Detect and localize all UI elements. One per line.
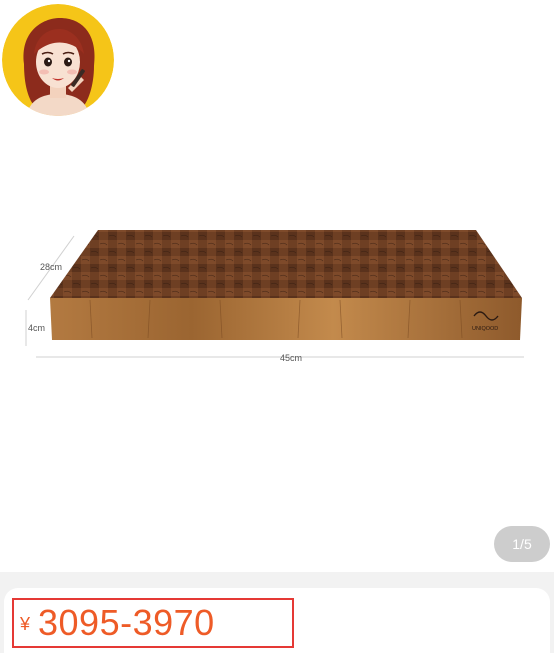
price-range: 3095-3970: [38, 602, 215, 643]
depth-label: 28cm: [40, 262, 62, 272]
board-logo-text: UNIQOOD: [472, 326, 498, 332]
price-highlight-box: ¥ 3095-3970: [12, 598, 294, 648]
avatar-illustration: [2, 4, 114, 116]
user-avatar[interactable]: [2, 4, 114, 116]
image-pager-indicator: 1/5: [494, 526, 550, 562]
product-image[interactable]: 28cm 4cm 45cm UNIQOOD: [0, 200, 554, 400]
product-image-gallery[interactable]: 28cm 4cm 45cm UNIQOOD 1/5: [0, 0, 554, 572]
cutting-board-image: 28cm 4cm 45cm UNIQOOD: [25, 230, 524, 363]
price-card: ¥ 3095-3970: [4, 588, 550, 653]
width-label: 45cm: [280, 353, 302, 363]
currency-symbol: ¥: [20, 614, 31, 634]
product-info-section: ¥ 3095-3970: [0, 572, 554, 653]
height-label: 4cm: [28, 323, 45, 333]
